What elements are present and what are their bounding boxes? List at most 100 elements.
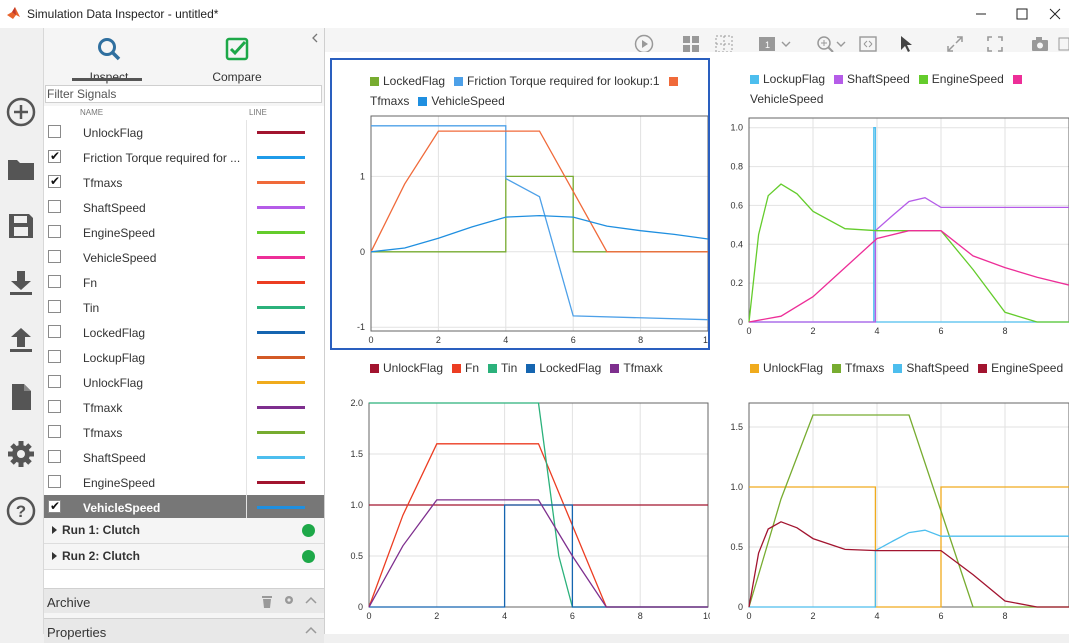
series-line[interactable] <box>370 214 708 253</box>
x-tick-label: 8 <box>638 611 643 621</box>
signal-checkbox[interactable] <box>48 149 61 163</box>
signal-row[interactable]: EngineSpeed <box>44 470 324 495</box>
preferences-button[interactable] <box>4 437 38 471</box>
series-line[interactable] <box>748 521 1069 608</box>
signal-checkbox[interactable] <box>48 350 61 363</box>
signal-checkbox[interactable] <box>48 325 61 338</box>
signal-line-style[interactable] <box>257 206 305 209</box>
signal-row[interactable]: LockedFlag <box>44 320 324 345</box>
chevron-up-icon[interactable] <box>305 596 317 604</box>
signal-checkbox[interactable] <box>48 200 61 213</box>
series-line[interactable] <box>748 414 1069 608</box>
signal-line-style[interactable] <box>257 306 305 309</box>
signal-line-style[interactable] <box>257 131 305 134</box>
gear-icon[interactable] <box>283 594 295 606</box>
x-tick-label: 6 <box>571 335 576 345</box>
signal-checkbox[interactable] <box>48 300 61 313</box>
archive-section[interactable]: Archive <box>44 588 324 613</box>
signal-row[interactable]: ShaftSpeed <box>44 195 324 220</box>
signal-row[interactable]: Fn <box>44 270 324 295</box>
help-button[interactable]: ? <box>4 494 38 528</box>
signal-line-style[interactable] <box>257 156 305 159</box>
series-line[interactable] <box>371 175 708 253</box>
properties-section[interactable]: Properties <box>44 618 324 643</box>
signal-checkbox[interactable] <box>48 225 61 238</box>
signal-row[interactable]: Tin <box>44 295 324 320</box>
tab-compare[interactable]: Compare <box>182 32 292 84</box>
signal-checkbox[interactable] <box>48 499 61 513</box>
chevron-up-icon[interactable] <box>305 626 317 634</box>
export-button[interactable] <box>4 323 38 357</box>
signal-row[interactable]: ShaftSpeed <box>44 445 324 470</box>
expand-triangle-icon[interactable] <box>52 526 57 534</box>
tab-inspect[interactable]: Inspect <box>54 32 164 84</box>
subplot-3[interactable]: UnlockFlag Fn Tin LockedFlag Tfmaxk 02468100… <box>330 352 710 634</box>
subplot-4-chart: 0 2 4 6 8 0 0.5 1.0 1.5 <box>730 402 1069 621</box>
signal-row[interactable]: Tfmaxk <box>44 395 324 420</box>
signal-row[interactable]: Tfmaxs <box>44 170 324 195</box>
signal-line-style[interactable] <box>257 431 305 434</box>
save-button[interactable] <box>4 209 38 243</box>
signal-checkbox[interactable] <box>48 425 61 438</box>
close-button[interactable] <box>1040 0 1069 28</box>
signal-checkbox[interactable] <box>48 250 61 263</box>
signal-row[interactable]: LockupFlag <box>44 345 324 370</box>
signal-row[interactable]: EngineSpeed <box>44 220 324 245</box>
window-title: Simulation Data Inspector - untitled* <box>27 7 219 21</box>
left-toolstrip: ? <box>0 28 44 634</box>
open-button[interactable] <box>4 152 38 186</box>
run-2-row[interactable]: Run 2: Clutch <box>44 544 324 570</box>
signal-checkbox[interactable] <box>48 375 61 388</box>
collapse-panel-icon[interactable] <box>310 32 320 44</box>
signal-row[interactable]: Tfmaxs <box>44 420 324 445</box>
signal-line-style[interactable] <box>257 281 305 284</box>
subplot-1[interactable]: LockedFlag Friction Torque required for l… <box>330 58 710 350</box>
new-session-button[interactable] <box>4 95 38 129</box>
maximize-button[interactable] <box>999 0 1045 28</box>
import-button[interactable] <box>4 266 38 300</box>
pointer-icon <box>901 36 912 52</box>
series-line[interactable] <box>368 443 708 608</box>
series-line[interactable] <box>370 130 708 253</box>
signal-row[interactable]: UnlockFlag <box>44 120 324 145</box>
signal-checkbox[interactable] <box>48 400 61 413</box>
signal-checkbox[interactable] <box>48 275 61 288</box>
zoom-in-icon <box>817 36 846 53</box>
signal-line-style[interactable] <box>257 456 305 459</box>
fit-view-icon <box>859 36 877 52</box>
signal-checkbox[interactable] <box>48 125 61 138</box>
signal-name: LockedFlag <box>83 326 146 340</box>
signal-line-style[interactable] <box>257 181 305 184</box>
signal-line-style[interactable] <box>257 406 305 409</box>
series-line[interactable] <box>748 183 1069 323</box>
series-line[interactable] <box>749 127 1069 323</box>
signal-checkbox[interactable] <box>48 475 61 488</box>
run-1-row[interactable]: Run 1: Clutch <box>44 518 324 544</box>
minimize-button[interactable] <box>958 0 1004 28</box>
series-line[interactable] <box>368 499 708 608</box>
signal-line-style[interactable] <box>257 356 305 359</box>
signal-row[interactable]: UnlockFlag <box>44 370 324 395</box>
signal-line-style[interactable] <box>257 381 305 384</box>
signal-line-style[interactable] <box>257 481 305 484</box>
report-button[interactable] <box>4 380 38 414</box>
signal-row[interactable]: Friction Torque required for ... <box>44 145 324 170</box>
signal-checkbox[interactable] <box>48 450 61 463</box>
series-line[interactable] <box>749 197 1069 323</box>
series-line[interactable] <box>749 529 1069 608</box>
help-icon: ? <box>6 496 36 526</box>
series-line[interactable] <box>371 125 708 321</box>
subplot-4[interactable]: UnlockFlag Tfmaxs ShaftSpeed EngineSpeed 02… <box>714 352 1069 634</box>
subplot-2[interactable]: LockupFlag ShaftSpeed EngineSpeedVehicleSp… <box>714 58 1069 350</box>
signal-line-style[interactable] <box>257 331 305 334</box>
signal-line-style[interactable] <box>257 256 305 259</box>
signal-row[interactable]: VehicleSpeed <box>44 495 324 520</box>
trash-icon[interactable] <box>260 593 274 609</box>
signal-row[interactable]: VehicleSpeed <box>44 245 324 270</box>
upload-icon <box>10 328 32 352</box>
signal-line-style[interactable] <box>257 231 305 234</box>
signal-line-style[interactable] <box>257 506 305 509</box>
signal-checkbox[interactable] <box>48 174 61 188</box>
filter-signals-input[interactable]: Filter Signals <box>45 85 322 103</box>
expand-triangle-icon[interactable] <box>52 552 57 560</box>
